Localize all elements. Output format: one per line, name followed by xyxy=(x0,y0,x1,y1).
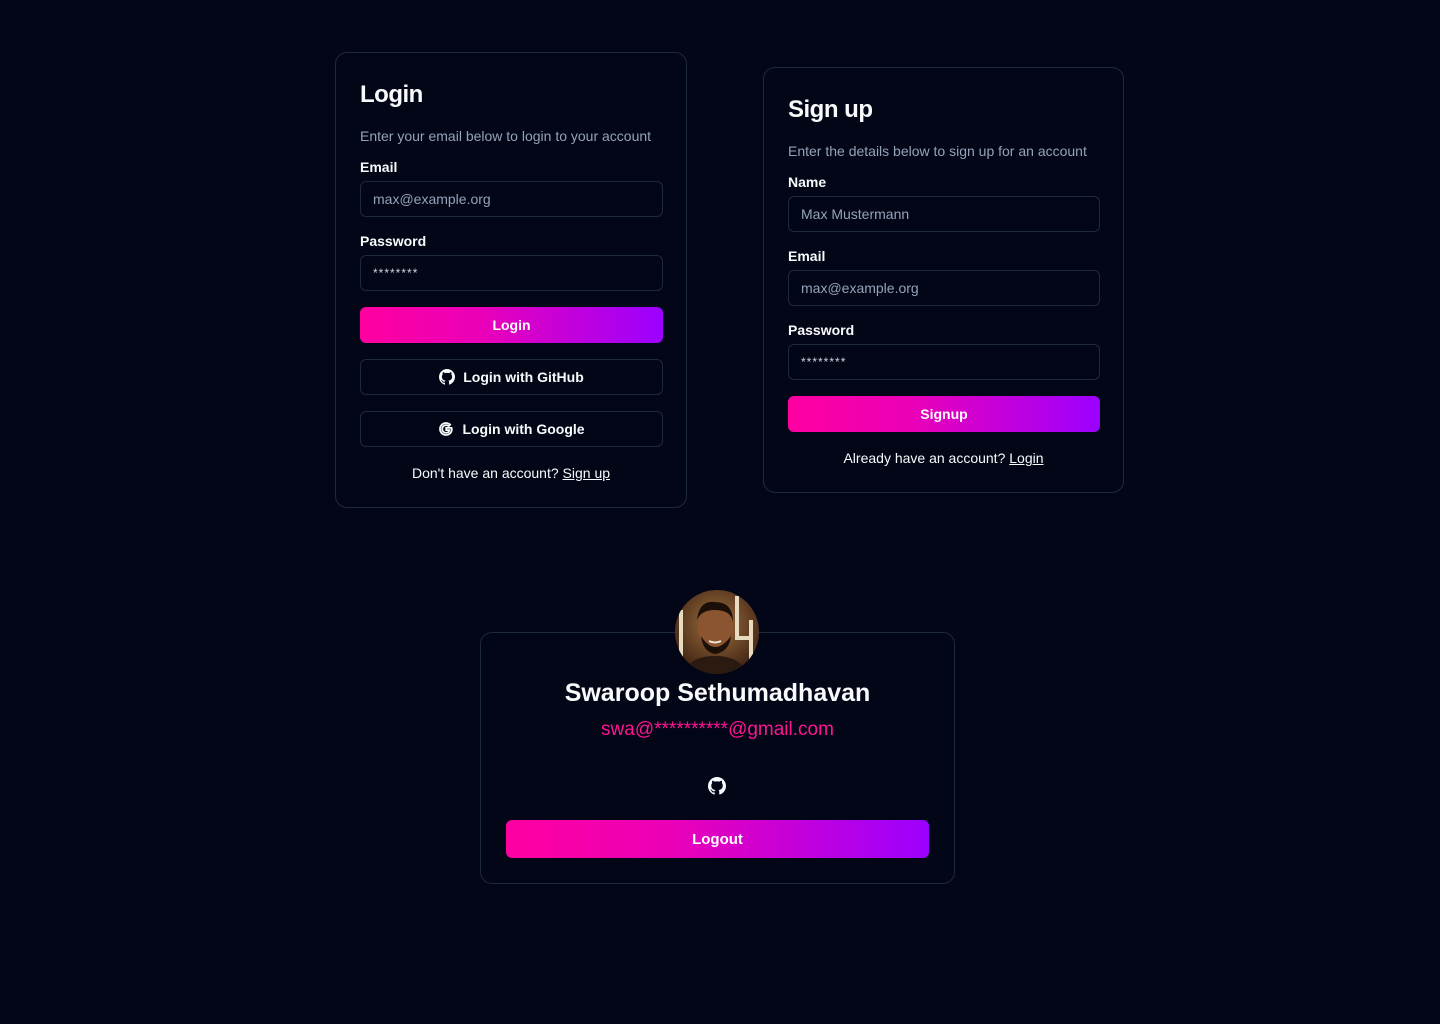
login-password-input[interactable]: ******** xyxy=(360,255,663,291)
signup-footer-text: Already have an account? xyxy=(843,450,1006,466)
login-link[interactable]: Login xyxy=(1009,450,1043,466)
github-icon xyxy=(708,777,726,795)
signup-footer: Already have an account? Login xyxy=(764,450,1123,466)
login-github-button[interactable]: Login with GitHub xyxy=(360,359,663,395)
signup-name-label: Name xyxy=(788,174,827,190)
signup-email-input[interactable]: max@example.org xyxy=(788,270,1100,306)
login-password-label: Password xyxy=(360,233,427,249)
avatar xyxy=(675,590,759,674)
signup-name-input[interactable]: Max Mustermann xyxy=(788,196,1100,232)
login-footer-text: Don't have an account? xyxy=(411,465,559,481)
login-email-input[interactable]: max@example.org xyxy=(360,181,663,217)
login-github-label: Login with GitHub xyxy=(463,369,584,385)
signup-password-input[interactable]: ******** xyxy=(788,344,1100,380)
login-title: Login xyxy=(360,81,423,108)
signup-email-label: Email xyxy=(788,248,826,264)
signup-card: Sign up Enter the details below to sign … xyxy=(763,67,1124,493)
github-icon xyxy=(439,369,456,385)
login-card: Login Enter your email below to login to… xyxy=(335,52,687,508)
signup-subtitle: Enter the details below to sign up for a… xyxy=(788,143,1087,159)
logout-button[interactable]: Logout xyxy=(506,820,929,858)
login-email-label: Email xyxy=(360,159,398,175)
signup-button[interactable]: Signup xyxy=(788,396,1100,432)
signup-link[interactable]: Sign up xyxy=(563,465,610,481)
signup-title: Sign up xyxy=(788,96,873,123)
login-subtitle: Enter your email below to login to your … xyxy=(360,128,652,144)
profile-name: Swaroop Sethumadhavan xyxy=(564,679,871,707)
profile-email: swa@**********@gmail.com xyxy=(601,719,834,740)
login-google-button[interactable]: Login with Google xyxy=(360,411,663,447)
login-footer: Don't have an account? Sign up xyxy=(336,465,686,481)
signup-password-label: Password xyxy=(788,322,855,338)
login-button[interactable]: Login xyxy=(360,307,663,343)
login-google-label: Login with Google xyxy=(462,421,585,437)
google-icon xyxy=(438,421,454,437)
